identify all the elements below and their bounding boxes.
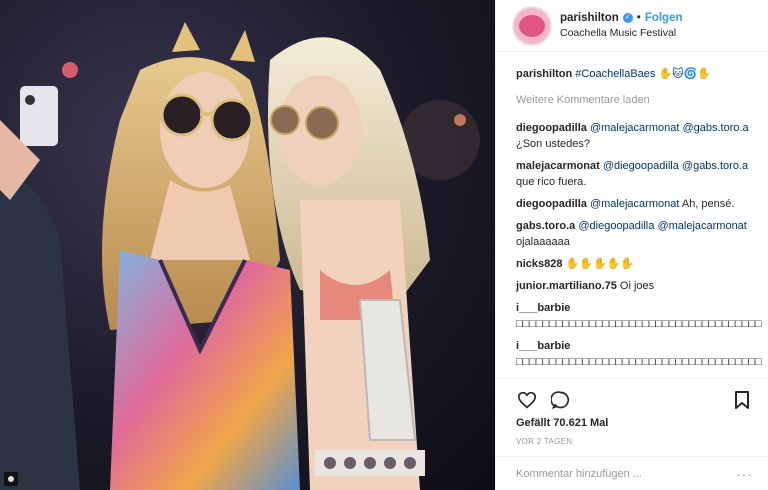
comment-item: malejacarmonat @diegoopadilla @gabs.toro… — [516, 158, 752, 190]
comment-item: throwbackslut iconic — [516, 376, 752, 377]
comment-item: diegoopadilla @malejacarmonat @gabs.toro… — [516, 120, 752, 152]
add-comment-bar: ··· — [496, 456, 768, 490]
more-options-icon[interactable]: ··· — [736, 466, 753, 482]
separator-dot: • — [636, 11, 641, 24]
comment-item: gabs.toro.a @diegoopadilla @malejacarmon… — [516, 218, 752, 250]
post-actions: Gefällt 70.621 Mal VOR 2 TAGEN — [496, 378, 768, 446]
location-link[interactable]: Coachella Music Festival — [560, 26, 683, 40]
comment-mention[interactable]: @gabs.toro.a — [682, 160, 748, 172]
bookmark-icon[interactable] — [731, 389, 753, 411]
comment-username[interactable]: nicks828 — [516, 258, 562, 270]
comment-item: nicks828 ✋✋✋✋✋ — [516, 256, 752, 272]
verified-badge-icon: ✓ — [622, 13, 633, 24]
user-tag-icon[interactable] — [4, 472, 18, 486]
caption-username[interactable]: parishilton — [516, 68, 572, 80]
comment-username[interactable]: i___barbie — [516, 302, 570, 314]
caption: parishilton #CoachellaBaes ✋🐱🌀✋ — [516, 66, 752, 82]
header-username[interactable]: parishilton — [560, 11, 619, 27]
heart-icon[interactable] — [516, 389, 538, 411]
comment-username[interactable]: gabs.toro.a — [516, 220, 575, 232]
caption-text[interactable]: #CoachellaBaes ✋🐱🌀✋ — [575, 68, 711, 80]
comment-input[interactable] — [516, 467, 736, 480]
post-timestamp[interactable]: VOR 2 TAGEN — [516, 437, 753, 446]
comment-item: i___barbie □□□□□□□□□□□□□□□□□□□□□□□□□□□□□… — [516, 338, 762, 370]
comment-text: ojalaaaaaa — [516, 236, 570, 248]
likes-count[interactable]: Gefällt 70.621 Mal — [516, 417, 753, 429]
comments-list[interactable]: parishilton #CoachellaBaes ✋🐱🌀✋ Weitere … — [496, 52, 768, 377]
instagram-post: parishilton ✓ • Folgen Coachella Music F… — [0, 0, 768, 490]
comment-icon[interactable] — [550, 389, 572, 411]
comment-text: ¿Son ustedes? — [516, 138, 590, 150]
comment-text: □□□□□□□□□□□□□□□□□□□□□□□□□□□□□□□□□□□□□ — [516, 356, 762, 368]
heart-logo-icon — [519, 14, 545, 37]
comment-username[interactable]: i___barbie — [516, 340, 570, 352]
post-header: parishilton ✓ • Folgen Coachella Music F… — [496, 0, 768, 52]
comment-mention[interactable]: @malejacarmonat — [590, 122, 679, 134]
comment-text: □□□□□□□□□□□□□□□□□□□□□□□□□□□□□□□□□□□□□ — [516, 318, 762, 330]
post-side-panel: parishilton ✓ • Folgen Coachella Music F… — [495, 0, 768, 490]
comment-mention[interactable]: @diegoopadilla — [603, 160, 679, 172]
follow-button[interactable]: Folgen — [645, 11, 683, 27]
comment-username[interactable]: junior.martiliano.75 — [516, 280, 617, 292]
comment-item: i___barbie □□□□□□□□□□□□□□□□□□□□□□□□□□□□□… — [516, 300, 762, 332]
comment-username[interactable]: malejacarmonat — [516, 160, 600, 172]
comment-text: que rico fuera. — [516, 176, 587, 188]
comment-mention[interactable]: @malejacarmonat — [657, 220, 746, 232]
comment-username[interactable]: diegoopadilla — [516, 198, 587, 210]
comment-item: diegoopadilla @malejacarmonat Ah, pensé. — [516, 196, 752, 212]
comment-text: Oi joes — [619, 280, 655, 292]
comment-mention[interactable]: @malejacarmonat — [590, 198, 679, 210]
comment-username[interactable]: diegoopadilla — [516, 122, 587, 134]
avatar[interactable] — [512, 5, 552, 46]
comment-mention[interactable]: @gabs.toro.a — [682, 122, 748, 134]
comment-text: Ah, pensé. — [679, 198, 735, 210]
comment-item: junior.martiliano.75 Oi joes — [516, 278, 752, 294]
photo-illustration — [0, 22, 480, 490]
comment-mention[interactable]: @diegoopadilla — [578, 220, 654, 232]
comment-text: ✋✋✋✋✋ — [565, 258, 635, 270]
post-photo[interactable] — [0, 0, 495, 490]
load-more-comments-button[interactable]: Weitere Kommentare laden — [516, 92, 752, 108]
